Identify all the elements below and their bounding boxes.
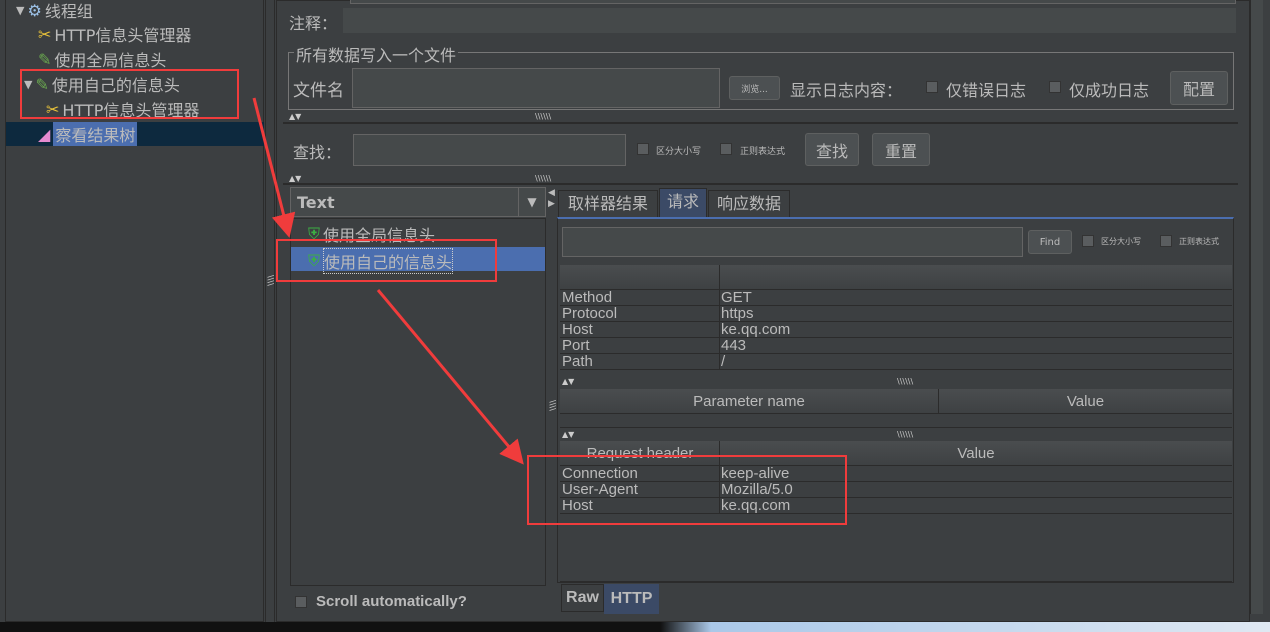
annotation-arrows — [252, 97, 524, 465]
arrow-2 — [376, 289, 524, 465]
arrow-1 — [252, 97, 296, 238]
